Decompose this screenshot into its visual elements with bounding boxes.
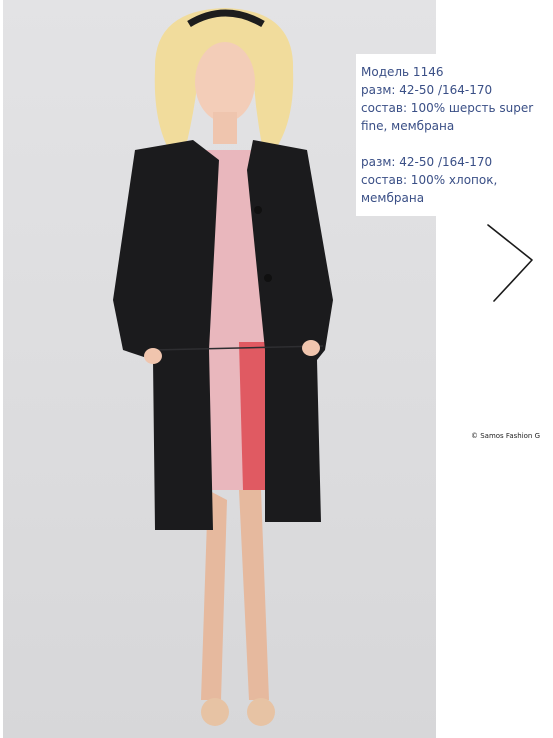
chevron-right-icon [487,224,533,302]
composition-line: состав: 100% хлопок, [361,173,498,187]
size-range: разм: 42-50 /164-170 [361,155,493,169]
composition-line: fine, мембрана [361,119,455,133]
model-number: Модель 1146 [361,65,444,79]
composition-line: состав: 100% шерсть super [361,101,534,115]
composition-line: мембрана [361,191,425,205]
next-button[interactable] [485,222,535,304]
copyright-text: © Samos Fashion G [471,432,541,440]
caption-gap [361,135,538,153]
size-range: разм: 42-50 /164-170 [361,83,493,97]
product-caption: Модель 1146 разм: 42-50 /164-170 состав:… [356,54,538,216]
